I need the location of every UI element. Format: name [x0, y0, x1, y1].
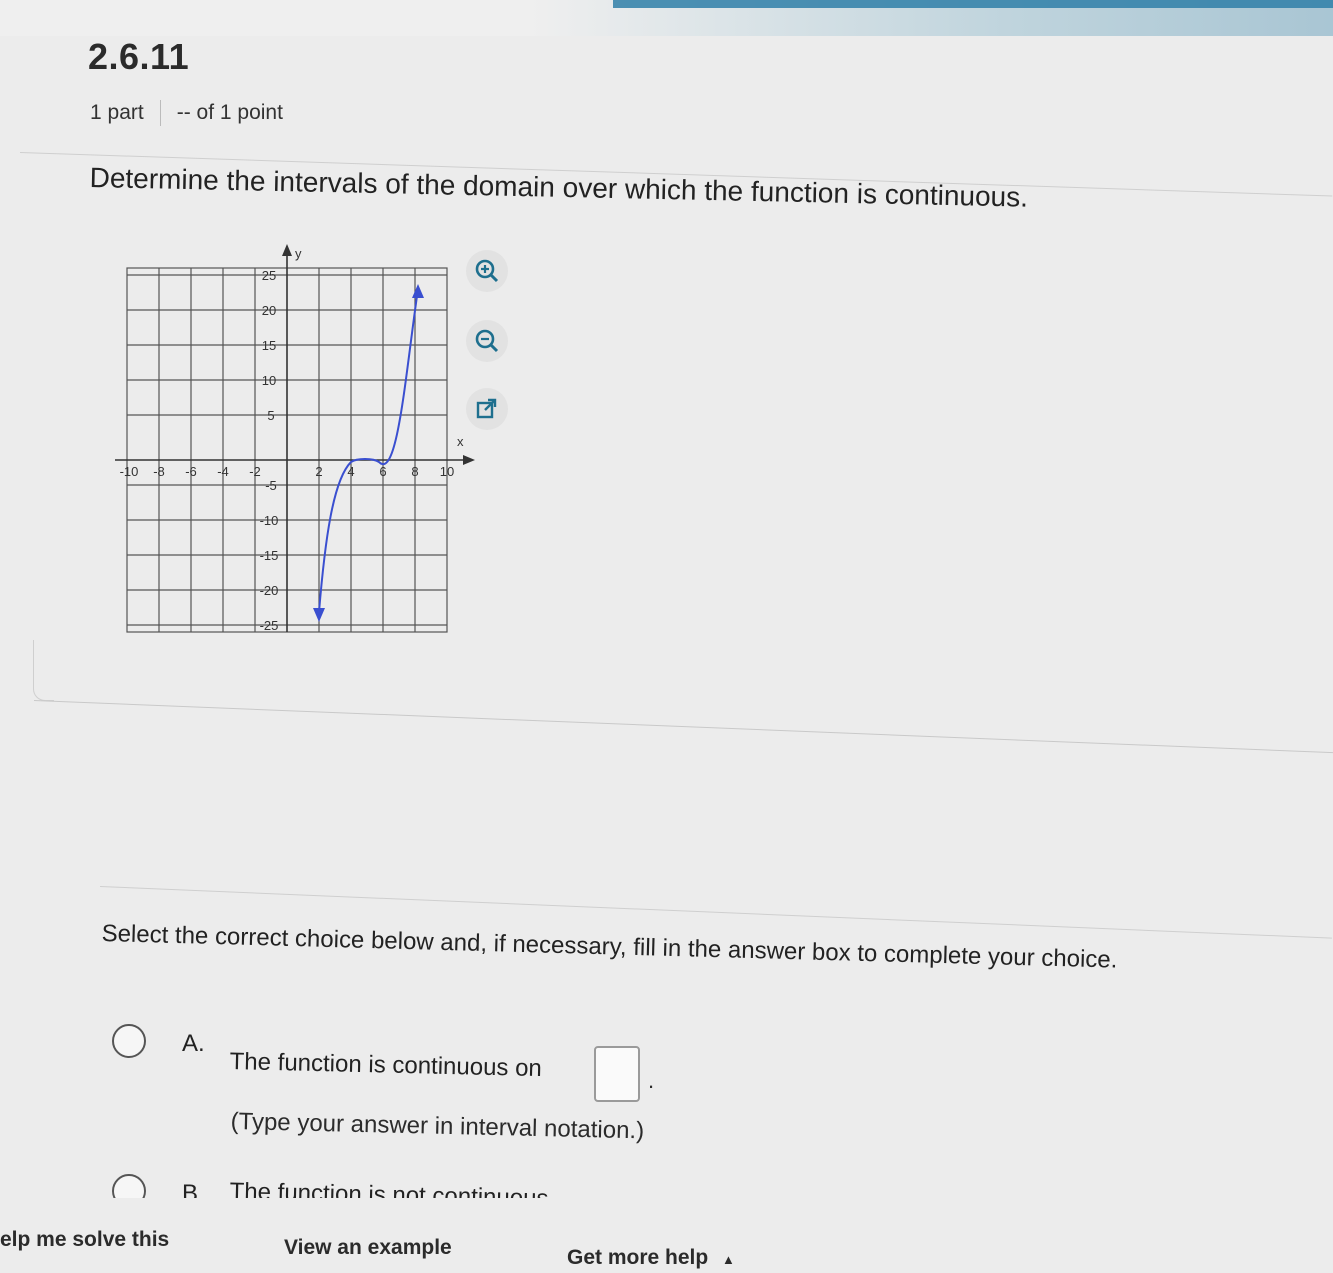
question-panel-bottom	[33, 700, 1333, 754]
points-value: -- of 1 point	[176, 101, 283, 124]
zoom-out-button[interactable]	[466, 320, 508, 362]
x-tick-label: 10	[440, 464, 454, 479]
choice-a-letter: A.	[182, 1030, 205, 1057]
help-me-solve-button[interactable]: elp me solve this	[0, 1228, 169, 1252]
x-tick-label: 6	[379, 464, 386, 479]
x-tick-label: -6	[185, 464, 197, 479]
get-more-help-button[interactable]: Get more help ▲	[567, 1246, 735, 1270]
x-tick-label: -8	[153, 464, 165, 479]
y-tick-label: -20	[260, 583, 279, 598]
y-tick-label: 10	[262, 373, 276, 388]
top-accent-bar	[613, 0, 1333, 8]
interval-answer-input[interactable]	[594, 1046, 640, 1102]
x-tick-label: 8	[411, 464, 418, 479]
x-tick-label: -2	[249, 464, 261, 479]
function-curve	[318, 295, 418, 613]
meta-divider	[159, 100, 161, 126]
popout-button[interactable]	[466, 388, 508, 430]
y-tick-label: 20	[262, 303, 276, 318]
external-link-icon	[476, 398, 497, 419]
instructions: Select the correct choice below and, if …	[101, 920, 1118, 974]
x-tick-label: -4	[217, 464, 229, 479]
parts-count: 1 part	[90, 101, 144, 124]
choice-a-period: .	[648, 1068, 655, 1093]
curve-arrow-up	[412, 284, 424, 298]
y-axis-label: y	[295, 246, 302, 261]
y-tick-labels: 25 20 15 10 5 -5 -10 -15 -20 -25	[260, 268, 279, 633]
x-axis-arrow	[463, 455, 475, 465]
y-tick-label: -15	[260, 548, 279, 563]
zoom-in-button[interactable]	[466, 250, 508, 292]
question-panel-border	[33, 640, 54, 701]
y-tick-label: -5	[265, 478, 277, 493]
y-tick-label: -10	[260, 513, 279, 528]
choice-b-text: The function is not continuous	[229, 1178, 549, 1198]
help-toolbar: elp me solve this View an example Get mo…	[0, 1200, 1333, 1273]
function-graph: x y -10 -8 -6 -4 -2 2 4 6 8 10 25 20 15 …	[115, 244, 475, 633]
y-tick-label: -25	[260, 618, 279, 633]
choice-b-radio[interactable]	[112, 1174, 146, 1198]
y-tick-label: 15	[262, 338, 276, 353]
choice-a-radio[interactable]	[112, 1024, 146, 1058]
choice-b-row: B. The function is not continuous	[0, 1160, 700, 1198]
zoom-out-icon	[475, 329, 499, 353]
get-more-help-label: Get more help	[567, 1246, 709, 1269]
question-meta: 1 part -- of 1 point	[90, 100, 283, 126]
question-number: 2.6.11	[88, 36, 190, 77]
zoom-in-icon	[475, 259, 499, 283]
x-tick-label: 2	[315, 464, 322, 479]
x-axis-label: x	[457, 434, 464, 449]
view-example-button[interactable]: View an example	[284, 1236, 452, 1260]
y-tick-label: 5	[267, 408, 274, 423]
x-tick-label: -10	[120, 464, 139, 479]
y-tick-label: 25	[262, 268, 276, 283]
caret-up-icon: ▲	[722, 1252, 735, 1267]
choice-a-hint: (Type your answer in interval notation.)	[230, 1108, 645, 1145]
curve-arrow-down	[313, 608, 325, 622]
graph-tools	[466, 250, 516, 440]
y-axis-arrow	[282, 244, 292, 256]
choice-a-text: The function is continuous on	[229, 1048, 543, 1083]
choice-b-letter: B.	[182, 1180, 205, 1198]
